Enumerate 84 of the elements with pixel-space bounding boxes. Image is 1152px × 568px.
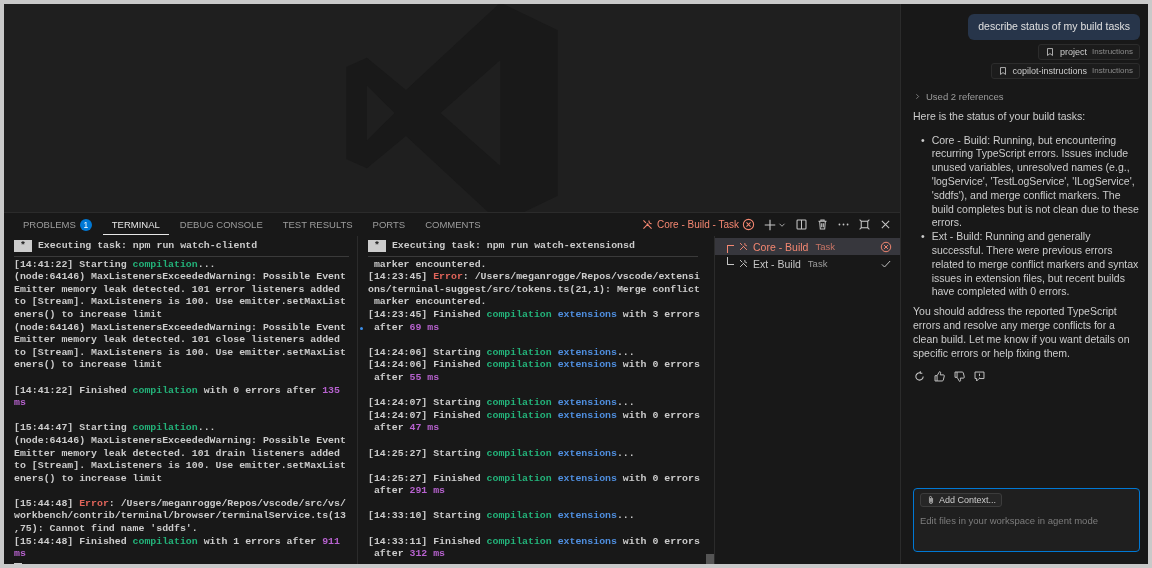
- add-context-button[interactable]: Add Context...: [920, 493, 1003, 507]
- active-task-button[interactable]: Core - Build - Task: [640, 218, 755, 231]
- retry-icon[interactable]: [913, 370, 926, 384]
- close-icon[interactable]: [879, 218, 892, 231]
- trash-icon[interactable]: [816, 218, 829, 231]
- terminal-line: after 55 ms: [372, 371, 440, 385]
- chevron-right-icon: [913, 91, 922, 101]
- chat-text: You should address the reported TypeScript errors and resolve any merge conflicts for a clean build. Let me know if you want details on specific errors or help fixing them.: [913, 305, 1131, 361]
- terminal-line: marker encountered.: [372, 258, 487, 272]
- chat-bullet: Core - Build: Running, but encountering recurring TypeScript errors. Issues include unused variables, unresolved names (e.g., 'logService', 'TestLogService', 'ILogService', 'sddfs'), and merge conflict markers. The build completes but is not clean due to these errors.: [931, 133, 1140, 231]
- terminal-line: workbench/contrib/terminal/browser/terminalService.ts(13: [14, 510, 346, 524]
- tools-icon: [738, 241, 749, 252]
- reference-chip[interactable]: project Instructions: [1038, 43, 1140, 60]
- terminal-line: after 291 ms: [372, 485, 446, 498]
- terminal-line: ms: [14, 397, 26, 410]
- chat-text: Here is the status of your build tasks:: [913, 109, 1087, 124]
- panel-tab[interactable]: PROBLEMS 1: [14, 213, 101, 236]
- terminal-line: [14:25:27] Finished compilation extensions with 0 errors: [368, 472, 700, 486]
- maximize-icon[interactable]: [858, 218, 871, 231]
- terminal-line: (node:64146) MaxListenersExceededWarning: Possible Event: [14, 434, 346, 448]
- terminal-line: [14:25:27] Starting compilation extensions...: [368, 447, 635, 461]
- task-item[interactable]: Core - Build Task: [715, 238, 900, 255]
- terminal-line: eners() to increase limit: [14, 472, 163, 486]
- terminal-line: Emitter memory leak detected. 101 drain listeners added: [14, 447, 340, 461]
- terminal-line: [15:44:48] Finished compilation with 1 errors after 911: [14, 535, 340, 549]
- terminal-header: Executing task: npm run watch-clientd: [37, 240, 258, 253]
- terminal-header: Executing task: npm run watch-extensionsd: [391, 240, 635, 253]
- bullet-marker: •: [921, 230, 925, 245]
- terminal-line: [15:44:48] Error: /Users/meganrogge/Repos/vscode/src/vs/: [14, 497, 346, 511]
- thumbs-up-icon[interactable]: [933, 370, 946, 384]
- thumbs-down-icon[interactable]: [953, 370, 966, 384]
- tools-icon: [738, 258, 749, 269]
- error-icon: [742, 218, 755, 231]
- reference-chip[interactable]: copilot-instructions Instructions: [990, 62, 1140, 79]
- terminal-line: marker encountered.: [372, 296, 487, 309]
- terminal-line: after 47 ms: [372, 422, 440, 435]
- terminal-line: Emitter memory leak detected. 101 close listeners added: [14, 334, 340, 347]
- panel-tab[interactable]: COMMENTS: [416, 214, 490, 235]
- terminal-line: after 69 ms: [368, 321, 440, 335]
- chat-bullet: Ext - Build: Running and generally successful. There were previous errors related to merge conflict markers and syntax issues in extension files, but recent builds have completed with 0 errors.: [931, 230, 1140, 300]
- terminal-line: [14:23:45] Finished compilation extensions with 3 errors: [368, 308, 700, 322]
- task-marker: *: [14, 240, 32, 253]
- split-icon[interactable]: [795, 218, 808, 231]
- panel-tab[interactable]: DEBUG CONSOLE: [170, 214, 272, 235]
- terminal-line: ms: [14, 548, 26, 561]
- terminal-line: to [Stream]. MaxListeners is 100. Use emitter.setMaxList: [14, 460, 346, 473]
- task-item[interactable]: Ext - Build Task: [715, 255, 900, 272]
- terminal-line: to [Stream]. MaxListeners is 100. Use emitter.setMaxList: [14, 346, 346, 360]
- report-icon[interactable]: [973, 370, 986, 384]
- terminal-line: [14:23:45] Error: /Users/meganrogge/Repos/vscode/extensi: [368, 271, 700, 284]
- terminal-line: ons/terminal-suggest/src/tokens.ts(21,1): Merge conflict: [368, 283, 700, 297]
- terminal-line: (node:64146) MaxListenersExceededWarning: Possible Event: [14, 321, 346, 335]
- panel-tab[interactable]: TEST RESULTS: [273, 214, 362, 235]
- terminal-line: [14:24:07] Finished compilation extensions with 0 errors: [368, 409, 700, 423]
- bookmark-icon: [1045, 46, 1056, 57]
- terminal-line: [15:44:47] Starting compilation...: [14, 422, 216, 435]
- terminal-line: [14:33:11] Finished compilation extensions with 0 errors: [368, 535, 700, 549]
- terminal-line: to [Stream]. MaxListeners is 100. Use emitter.setMaxList: [14, 296, 346, 309]
- terminal-line: after 312 ms: [372, 548, 446, 561]
- terminal-line: [14:24:07] Starting compilation extensions...: [368, 397, 635, 410]
- tools-icon: [640, 218, 654, 231]
- task-marker: *: [368, 240, 386, 253]
- plus-icon[interactable]: [763, 217, 777, 232]
- count-badge: 1: [79, 218, 92, 231]
- chat-input[interactable]: Edit files in your workspace in agent mode: [920, 514, 1133, 526]
- panel-tab[interactable]: TERMINAL: [102, 214, 169, 235]
- chat-request: describe status of my build tasks: [968, 14, 1140, 40]
- terminal-line: [14:24:06] Starting compilation extensions...: [368, 346, 635, 360]
- error-icon: [880, 240, 892, 253]
- scrollbar-thumb[interactable]: [706, 554, 714, 564]
- terminal-line: (node:64146) MaxListenersExceededWarning: Possible Event: [14, 271, 346, 284]
- terminal-line: eners() to increase limit: [14, 308, 163, 322]
- terminal-line: [14:24:06] Finished compilation extensions with 0 errors: [368, 359, 700, 372]
- terminal-line: [14:41:22] Finished compilation with 0 errors after 135: [14, 384, 340, 398]
- bullet-marker: •: [921, 133, 925, 148]
- panel-tab[interactable]: PORTS: [363, 214, 415, 235]
- terminal-line: [14:33:10] Starting compilation extensions...: [368, 510, 635, 524]
- terminal-line: [14:41:22] Starting compilation...: [14, 258, 216, 272]
- terminal-line: ,75): Cannot find name 'sddfs'.: [14, 523, 198, 536]
- terminal-line: Emitter memory leak detected. 101 error listeners added: [14, 283, 340, 297]
- used-references-toggle[interactable]: Used 2 references: [913, 90, 1140, 102]
- paperclip-icon: [926, 495, 936, 505]
- bookmark-icon: [997, 65, 1008, 76]
- terminal-line: eners() to increase limit: [14, 359, 163, 372]
